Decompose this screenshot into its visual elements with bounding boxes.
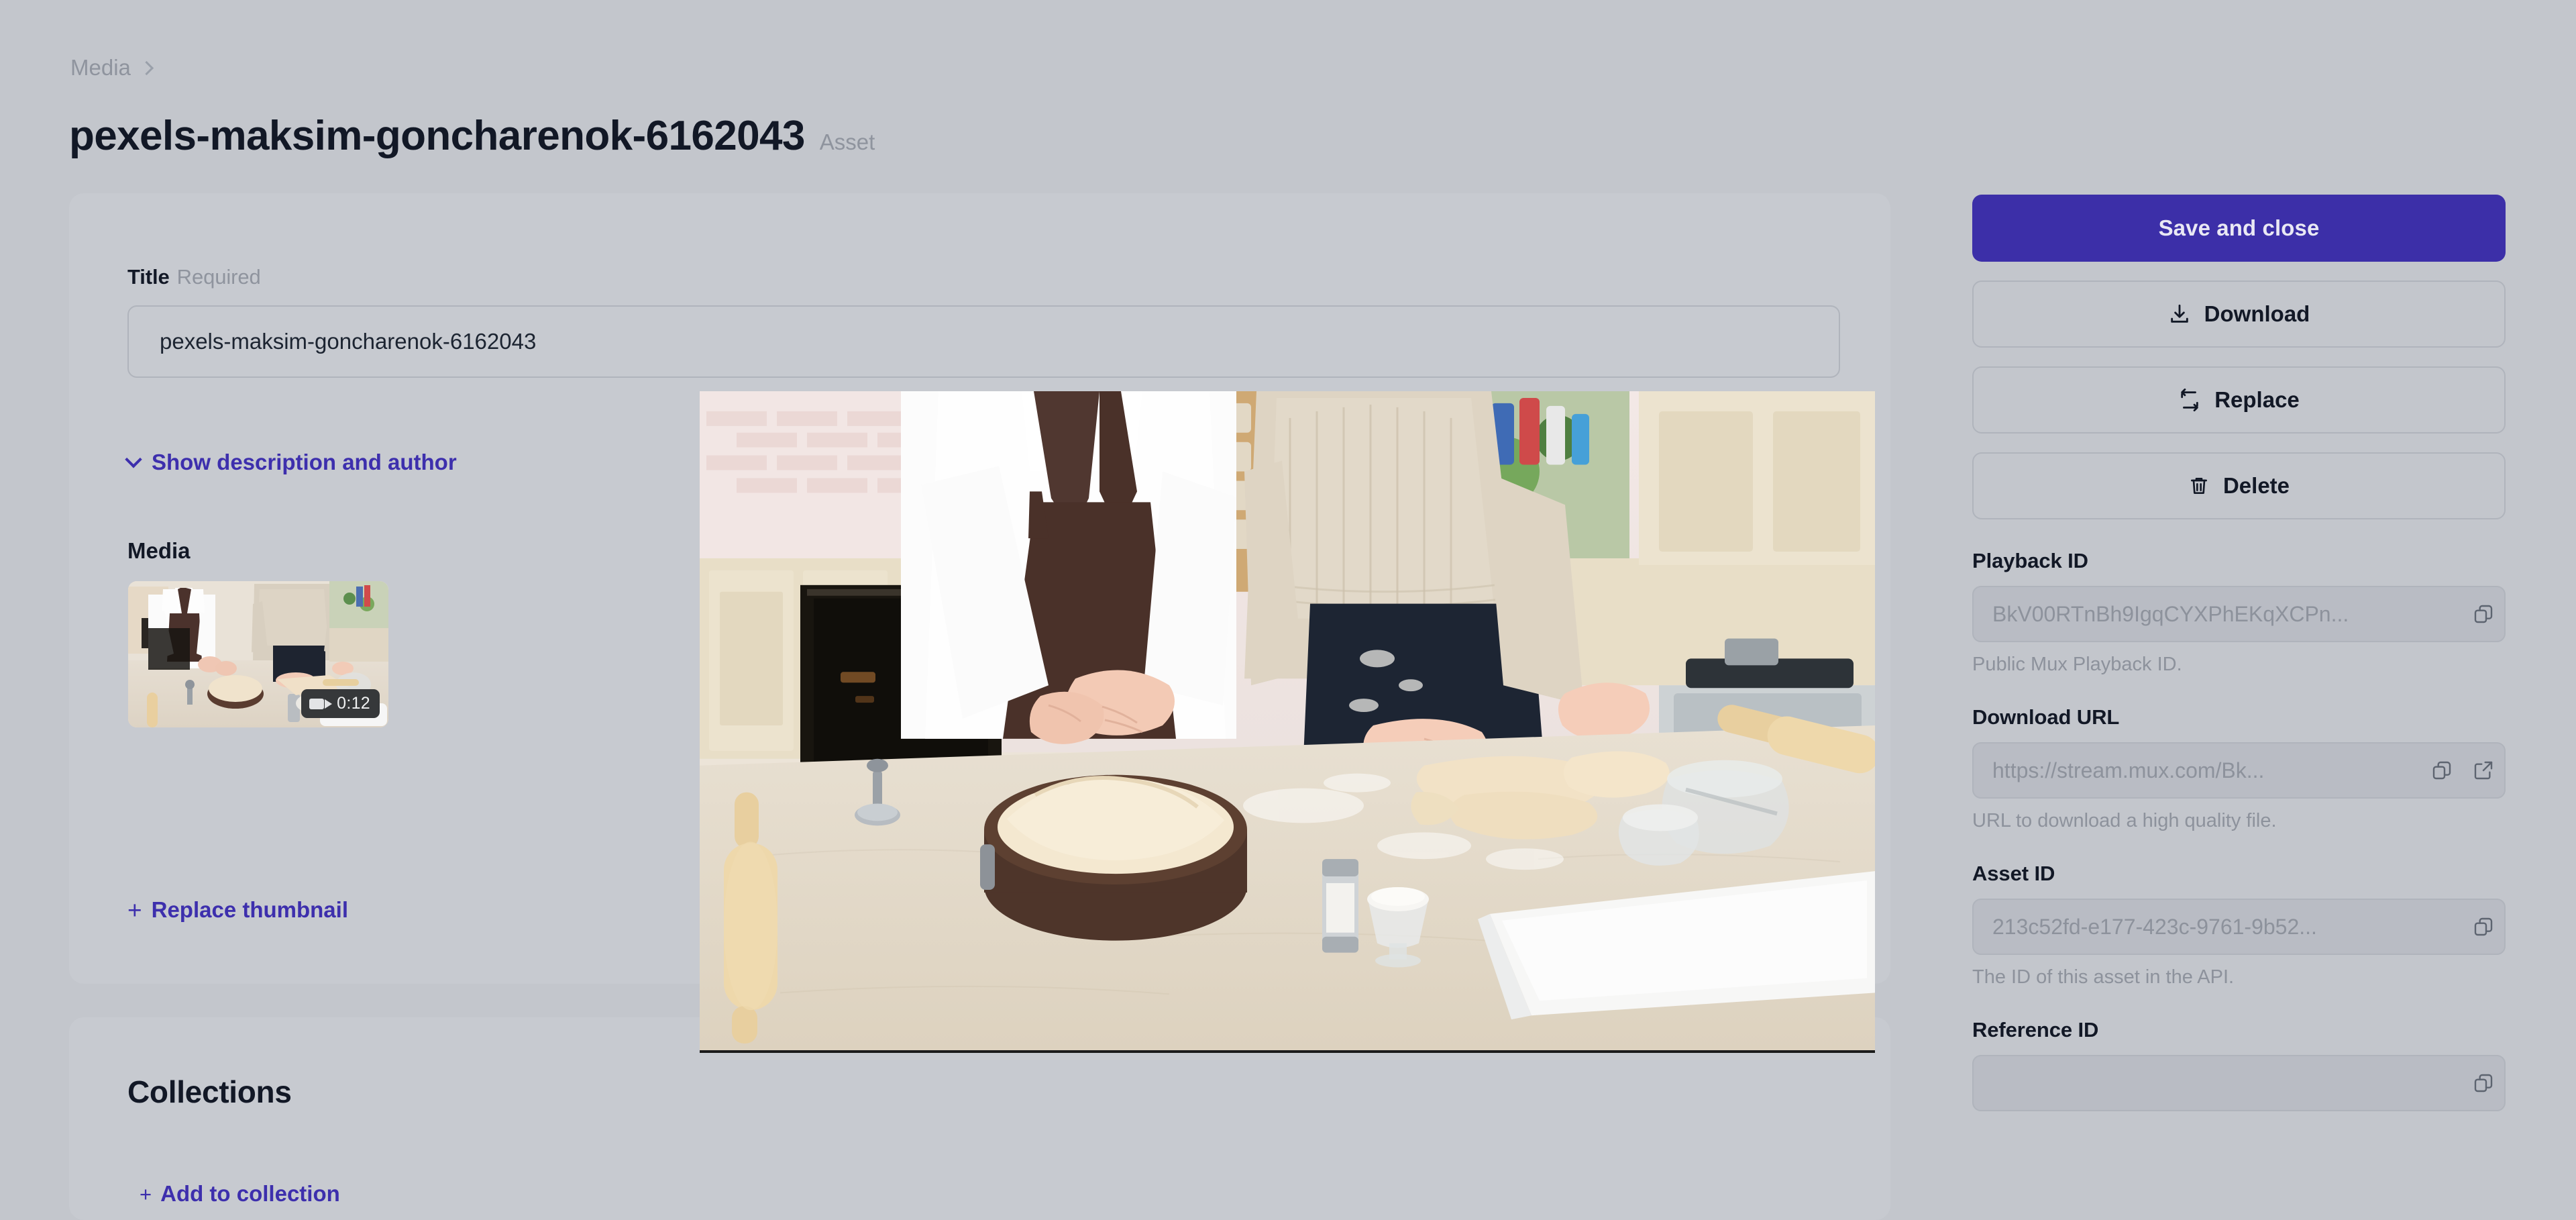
actions-sidebar: Save and close Download Replace Delete P… (1972, 195, 2506, 1111)
video-duration-badge: 0:12 (301, 689, 380, 718)
collections-title: Collections (127, 1074, 292, 1109)
delete-button[interactable]: Delete (1972, 452, 2506, 519)
chevron-right-icon (139, 60, 154, 75)
page-title: pexels-maksim-goncharenok-6162043 (69, 113, 805, 159)
title-field-label: Title Required (127, 265, 261, 289)
asset-id-input[interactable]: 213c52fd-e177-423c-9761-9b52... (1972, 899, 2506, 955)
save-and-close-label: Save and close (2158, 215, 2320, 240)
add-to-collection-button[interactable]: + Add to collection (140, 1181, 340, 1207)
playback-id-label: Playback ID (1972, 549, 2088, 572)
replace-thumbnail-label: Replace thumbnail (151, 897, 348, 922)
copy-icon[interactable] (2463, 1055, 2504, 1111)
preview-image (700, 391, 1875, 1050)
title-required-text: Required (176, 265, 261, 289)
video-duration-text: 0:12 (337, 694, 370, 713)
asset-id-help: The ID of this asset in the API. (1972, 966, 2235, 988)
plus-icon: + (140, 1182, 152, 1206)
plus-icon: + (127, 896, 142, 924)
external-link-icon[interactable] (2463, 742, 2504, 799)
show-description-toggle[interactable]: Show description and author (125, 450, 457, 475)
replace-label: Replace (2214, 387, 2300, 412)
download-button[interactable]: Download (1972, 281, 2506, 348)
reference-id-label: Reference ID (1972, 1018, 2099, 1041)
breadcrumb-item-media[interactable]: Media (70, 55, 131, 81)
chevron-down-icon (125, 451, 142, 468)
trash-icon (2188, 475, 2210, 497)
page-title-row: pexels-maksim-goncharenok-6162043 Asset (69, 115, 875, 157)
breadcrumb: Media (70, 55, 154, 81)
download-label: Download (2204, 301, 2310, 326)
copy-icon[interactable] (2421, 742, 2463, 799)
copy-icon[interactable] (2463, 899, 2504, 955)
video-camera-icon (309, 698, 333, 709)
download-url-input[interactable]: https://stream.mux.com/Bk... (1972, 742, 2506, 799)
asset-id-value: 213c52fd-e177-423c-9761-9b52... (1992, 914, 2317, 939)
title-label-text: Title (127, 265, 170, 289)
swap-arrows-icon (2178, 389, 2201, 411)
page-title-type: Asset (819, 130, 875, 154)
reference-id-field: Reference ID (1972, 1018, 2506, 1111)
replace-button[interactable]: Replace (1972, 366, 2506, 434)
title-input[interactable] (127, 305, 1840, 378)
playback-id-value: BkV00RTnBh9IgqCYXPhEKqXCPn... (1992, 601, 2349, 626)
playback-id-input[interactable]: BkV00RTnBh9IgqCYXPhEKqXCPn... (1972, 586, 2506, 642)
download-url-value: https://stream.mux.com/Bk... (1992, 758, 2265, 782)
reference-id-input[interactable] (1972, 1055, 2506, 1111)
download-url-field: Download URL https://stream.mux.com/Bk..… (1972, 705, 2506, 832)
copy-icon[interactable] (2463, 586, 2504, 642)
asset-id-field: Asset ID 213c52fd-e177-423c-9761-9b52...… (1972, 862, 2506, 988)
media-section-label: Media (127, 538, 191, 563)
add-to-collection-label: Add to collection (160, 1181, 340, 1206)
media-thumbnail[interactable]: 0:12 (128, 581, 388, 727)
download-url-help: URL to download a high quality file. (1972, 810, 2277, 831)
media-preview-overlay[interactable] (700, 391, 1875, 1053)
replace-thumbnail-button[interactable]: + Replace thumbnail (127, 897, 348, 923)
playback-id-field: Playback ID BkV00RTnBh9IgqCYXPhEKqXCPn..… (1972, 549, 2506, 676)
delete-label: Delete (2222, 473, 2290, 498)
playback-id-help: Public Mux Playback ID. (1972, 654, 2182, 675)
download-icon (2168, 303, 2191, 325)
show-description-label: Show description and author (152, 450, 457, 474)
download-url-label: Download URL (1972, 705, 2120, 729)
asset-detail-page: Media pexels-maksim-goncharenok-6162043 … (0, 0, 2576, 1220)
save-and-close-button[interactable]: Save and close (1972, 195, 2506, 262)
asset-id-label: Asset ID (1972, 862, 2055, 885)
